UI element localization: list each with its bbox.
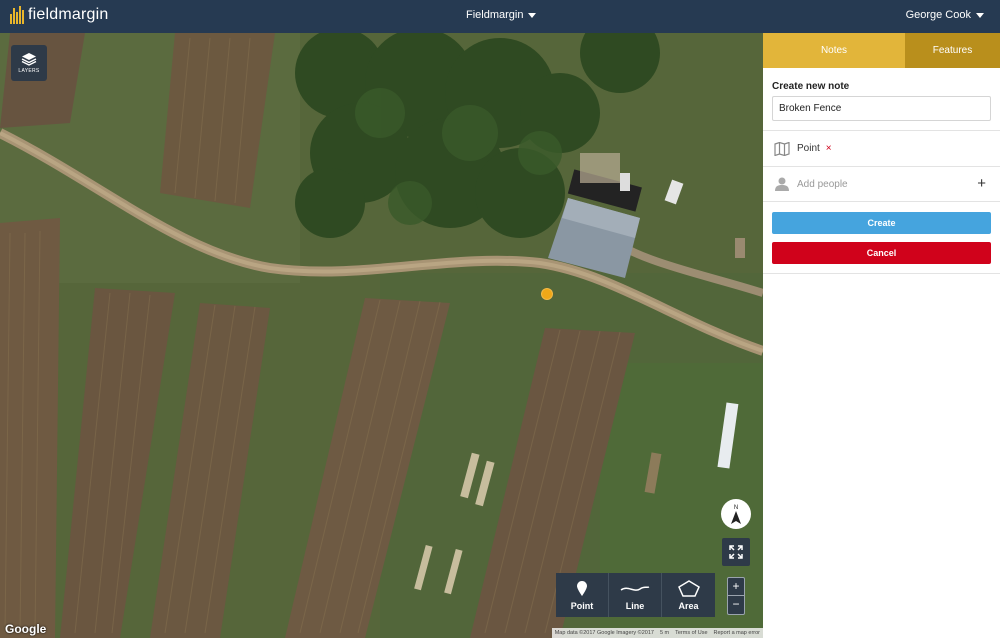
tab-features[interactable]: Features — [905, 33, 1000, 68]
create-button[interactable]: Create — [772, 212, 991, 234]
user-name: George Cook — [905, 9, 971, 21]
logo-text: fieldmargin — [28, 6, 109, 23]
compass-button[interactable]: N — [721, 499, 751, 529]
draw-area-button[interactable]: Area — [662, 573, 715, 617]
draw-line-button[interactable]: Line — [609, 573, 662, 617]
sidebar-tabs: Notes Features — [763, 33, 1000, 68]
cancel-button[interactable]: Cancel — [772, 242, 991, 264]
google-logo: Google — [5, 622, 47, 636]
scale-text: 5 m — [659, 630, 670, 636]
notes-sidebar: Notes Features Create new note Point × A… — [763, 33, 1000, 638]
chevron-down-icon — [528, 12, 537, 18]
terms-link[interactable]: Terms of Use — [675, 630, 707, 636]
draw-line-label: Line — [625, 600, 645, 611]
panel-title: Create new note — [772, 81, 850, 92]
map-data-text: Map data ©2017 Google Imagery ©2017 — [554, 630, 654, 636]
north-arrow-icon — [731, 510, 741, 524]
map-attribution: Map data ©2017 Google Imagery ©2017 5 m … — [551, 628, 763, 638]
point-pin-icon — [577, 580, 587, 598]
top-navbar: fieldmargin Fieldmargin George Cook — [0, 0, 1000, 33]
divider — [763, 273, 1000, 274]
polygon-icon — [677, 580, 700, 598]
location-row: Point × — [763, 130, 1000, 166]
draw-point-button[interactable]: Point — [556, 573, 609, 617]
expand-icon — [729, 545, 743, 559]
draw-toolbar: Point Line Area — [556, 573, 715, 617]
satellite-map[interactable]: LAYERS N Point Line Area + − Google Map … — [0, 33, 763, 638]
zoom-control: + − — [727, 577, 745, 615]
logo-bars-icon — [10, 6, 24, 24]
person-icon — [773, 177, 791, 191]
app-logo[interactable]: fieldmargin — [10, 6, 108, 24]
user-menu[interactable]: George Cook — [906, 9, 984, 21]
point-marker[interactable] — [541, 288, 553, 300]
layers-icon — [21, 53, 37, 66]
layers-button[interactable]: LAYERS — [11, 45, 47, 81]
location-type-label: Point — [797, 143, 820, 154]
note-name-input[interactable] — [772, 96, 991, 121]
tab-notes[interactable]: Notes — [763, 33, 905, 68]
draw-point-label: Point — [570, 600, 594, 611]
add-people-row[interactable]: Add people + — [763, 166, 1000, 202]
satellite-imagery — [0, 33, 763, 638]
farm-selector-label: Fieldmargin — [466, 9, 524, 21]
zoom-out-button[interactable]: − — [728, 596, 744, 614]
map-icon — [773, 141, 791, 156]
line-icon — [620, 580, 650, 598]
zoom-in-button[interactable]: + — [728, 578, 744, 596]
chevron-down-icon — [976, 12, 984, 18]
remove-location-button[interactable]: × — [826, 143, 832, 154]
farm-selector[interactable]: Fieldmargin — [466, 9, 537, 21]
layers-label: LAYERS — [18, 68, 40, 74]
draw-area-label: Area — [678, 600, 699, 611]
report-error-link[interactable]: Report a map error — [714, 630, 760, 636]
add-person-button[interactable]: + — [977, 176, 986, 191]
add-people-placeholder: Add people — [797, 178, 848, 190]
fullscreen-button[interactable] — [722, 538, 750, 566]
